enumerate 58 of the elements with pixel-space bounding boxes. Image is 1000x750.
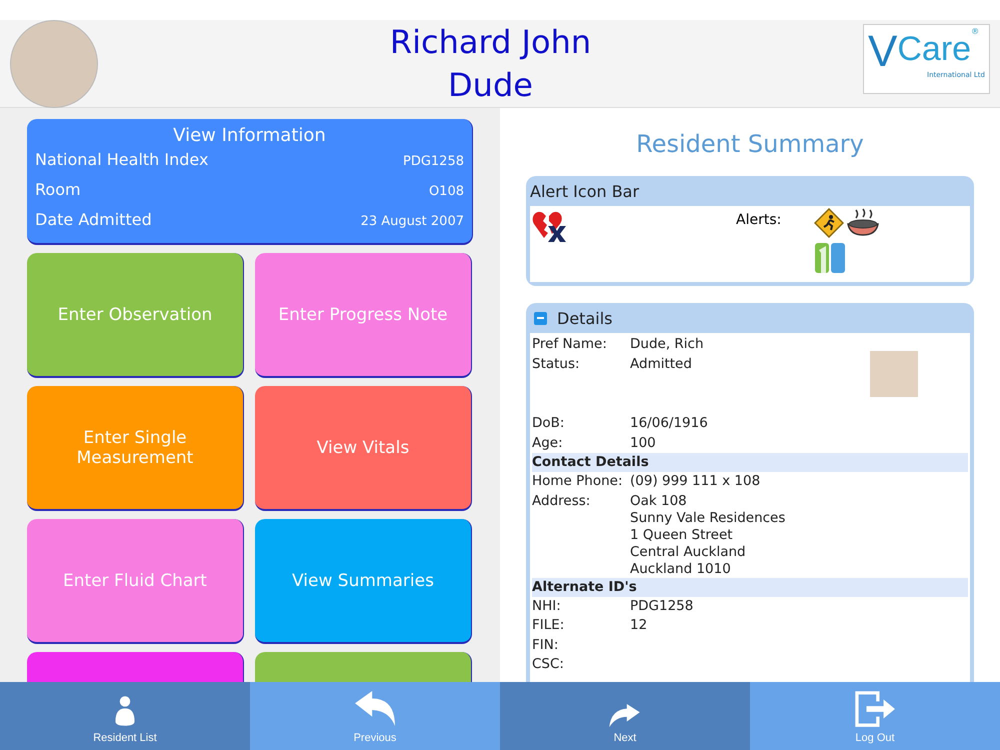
- info-label: National Health Index: [35, 150, 208, 169]
- menu-tile[interactable]: Enter Single Measurement: [27, 386, 244, 511]
- info-value: 23 August 2007: [360, 214, 464, 229]
- info-label: Date Admitted: [35, 210, 152, 229]
- menu-tile[interactable]: View Vitals: [255, 386, 472, 511]
- field-value: PDG1258: [630, 598, 694, 614]
- logo-letter: V: [868, 26, 898, 76]
- panel-header: Alert Icon Bar: [530, 181, 640, 203]
- resident-name: Dude: [447, 64, 534, 106]
- summary-title: Resident Summary: [635, 130, 865, 158]
- footer-button[interactable]: Previous: [250, 682, 500, 750]
- logo-word: Care: [897, 28, 972, 70]
- menu-tile[interactable]: Enter Observation: [27, 253, 244, 378]
- field-label: Address:: [532, 492, 592, 510]
- footer-button[interactable]: Log Out: [750, 682, 1000, 750]
- field-label: NHI:: [532, 596, 562, 616]
- back-arrow-icon: [353, 690, 397, 728]
- forward-arrow-icon: [608, 704, 642, 728]
- view-information-card[interactable]: View Information National Health Index PDG1258 Room O108 Date Admitted 23 August 2007: [27, 119, 473, 245]
- field-label: Status:: [532, 354, 581, 374]
- menu-tile[interactable]: View Summaries: [255, 519, 472, 644]
- resident-name: Richard John: [388, 22, 592, 62]
- field-value: 16/06/1916: [630, 415, 708, 432]
- menu-tile[interactable]: Enter Progress Note: [255, 253, 472, 378]
- field-label: FILE:: [532, 616, 566, 635]
- info-value: PDG1258: [402, 154, 464, 169]
- field-label: Pref Name:: [532, 335, 608, 354]
- field-value: Admitted: [630, 356, 692, 372]
- field-value: Dude, Rich: [630, 336, 704, 353]
- field-value: (09) 999 111 x 108: [630, 473, 760, 490]
- field-value: Oak 108: [630, 492, 688, 510]
- field-value: Central Auckland: [630, 544, 747, 560]
- field-value: Sunny Vale Residences: [630, 510, 786, 526]
- registered-mark: ®: [971, 26, 980, 36]
- field-value: 100: [630, 434, 656, 452]
- info-label: Room: [35, 180, 81, 199]
- section-heading: Contact Details: [532, 453, 968, 472]
- field-label: DoB:: [532, 414, 566, 433]
- footer-button[interactable]: Next: [500, 682, 750, 750]
- field-label: FIN:: [532, 636, 560, 654]
- panel-header: Details: [557, 308, 612, 328]
- menu-tile[interactable]: Enter Fluid Chart: [27, 519, 244, 644]
- steaming-bowl-icon: [846, 208, 880, 238]
- collapse-icon[interactable]: [534, 312, 547, 324]
- card-title: View Information: [172, 125, 327, 146]
- field-value: Auckland 1010: [630, 560, 732, 578]
- field-label: Home Phone:: [532, 472, 624, 491]
- running-person-sign-icon: [814, 208, 844, 238]
- number-one-icon: [814, 242, 846, 274]
- footer-button[interactable]: Resident List: [0, 682, 250, 750]
- field-value: 12: [630, 617, 648, 634]
- section-heading: Alternate ID's: [532, 578, 968, 596]
- field-label: Age:: [532, 434, 564, 452]
- alerts-label: Alerts:: [736, 212, 782, 228]
- info-value: O108: [428, 184, 464, 199]
- field-label: CSC:: [532, 655, 565, 674]
- logout-icon: [853, 690, 897, 728]
- field-value: 1 Queen Street: [630, 526, 734, 544]
